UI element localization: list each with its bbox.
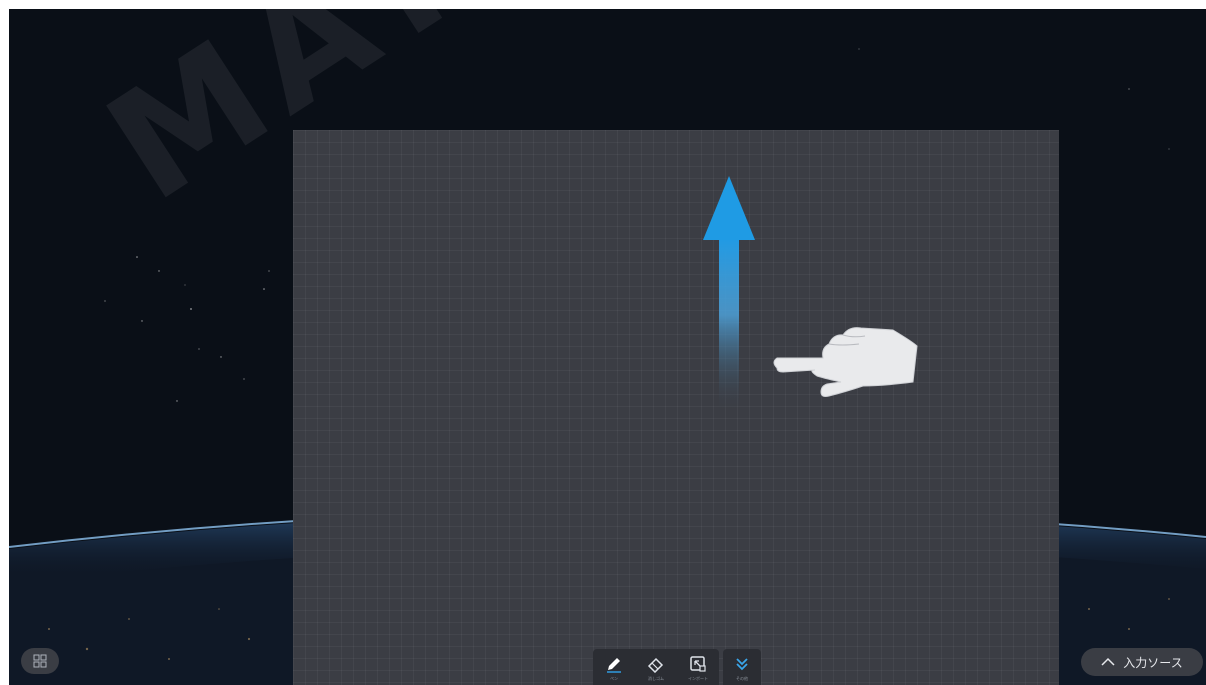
- chevron-up-icon: [1101, 657, 1115, 666]
- pen-tool-label: ペン: [610, 676, 618, 681]
- input-source-label: 入力ソース: [1123, 655, 1183, 670]
- arrow-up-icon: [703, 176, 755, 414]
- toolbar-main-group: ペン 消しゴム インポート: [593, 649, 719, 685]
- more-tools-button[interactable]: その他: [723, 649, 761, 685]
- import-icon: [690, 656, 706, 672]
- windows-grid-icon: [33, 654, 47, 668]
- pointing-hand-icon: [773, 327, 918, 397]
- eraser-tool-button[interactable]: 消しゴム: [635, 649, 677, 685]
- pen-tool-button[interactable]: ペン: [593, 649, 635, 685]
- whiteboard-canvas[interactable]: [293, 130, 1059, 685]
- import-tool-label: インポート: [688, 676, 708, 681]
- eraser-tool-label: 消しゴム: [648, 676, 664, 681]
- desktop-screen: MAYA: [9, 9, 1206, 685]
- pen-icon: [607, 658, 621, 673]
- toolbar-more-group: その他: [723, 649, 761, 685]
- import-tool-button[interactable]: インポート: [677, 649, 719, 685]
- whiteboard-toolbar: ペン 消しゴム インポート その他: [593, 649, 761, 685]
- swipe-up-gesture-hint: [703, 176, 918, 414]
- chevron-double-down-icon: [736, 658, 748, 671]
- input-source-button[interactable]: 入力ソース: [1081, 648, 1203, 676]
- eraser-icon: [647, 657, 664, 673]
- home-button[interactable]: [21, 648, 59, 674]
- more-tools-label: その他: [736, 676, 748, 681]
